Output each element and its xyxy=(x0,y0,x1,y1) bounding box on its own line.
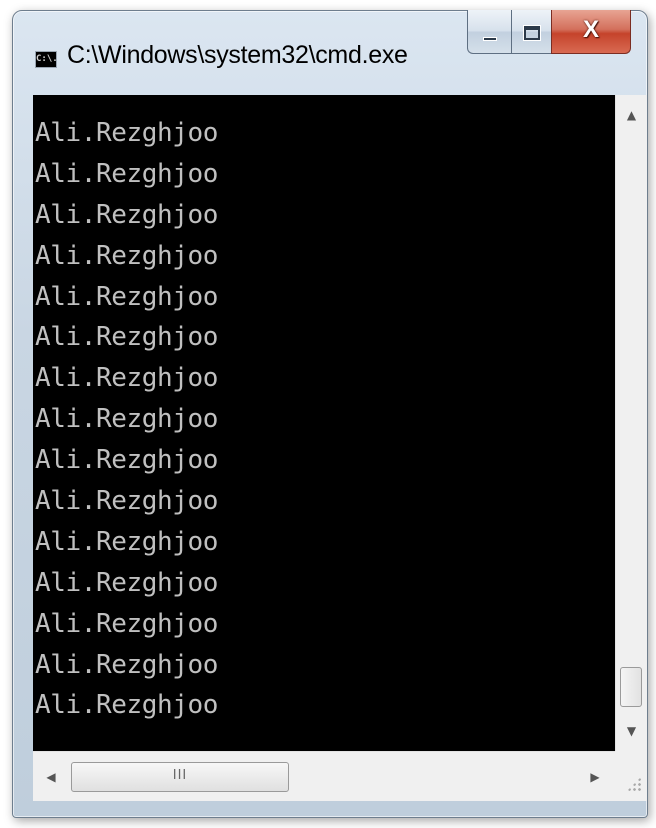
window-title: C:\Windows\system32\cmd.exe xyxy=(67,41,408,69)
vertical-scroll-thumb[interactable] xyxy=(620,667,642,707)
close-icon: X xyxy=(582,16,599,43)
cmd-window: C:\. C:\Windows\system32\cmd.exe X Ali.R… xyxy=(12,10,648,818)
cmd-app-icon[interactable]: C:\. xyxy=(35,51,58,68)
console-line: Ali.Rezghjoo xyxy=(35,649,219,680)
minimize-button[interactable] xyxy=(467,10,511,54)
horizontal-scrollbar[interactable]: ◀ III ▶ xyxy=(33,751,615,801)
console-client-area: Ali.Rezghjoo Ali.Rezghjoo Ali.Rezghjoo Ali.… xyxy=(33,95,647,801)
title-bar[interactable]: C:\. C:\Windows\system32\cmd.exe X xyxy=(13,10,647,91)
caption-buttons: X xyxy=(467,10,631,56)
console-line: Ali.Rezghjoo xyxy=(35,199,219,230)
horizontal-scroll-thumb[interactable]: III xyxy=(71,762,289,792)
scroll-right-arrow-icon[interactable]: ▶ xyxy=(579,752,611,802)
console-line: Ali.Rezghjoo xyxy=(35,240,219,271)
console-line: Ali.Rezghjoo xyxy=(35,118,219,148)
scroll-left-arrow-icon[interactable]: ◀ xyxy=(35,752,67,802)
resize-grip-icon xyxy=(627,777,641,791)
maximize-icon xyxy=(524,26,540,40)
console-line: Ali.Rezghjoo xyxy=(35,486,219,517)
console-line: Ali.Rezghjoo xyxy=(35,363,219,394)
console-output[interactable]: Ali.Rezghjoo Ali.Rezghjoo Ali.Rezghjoo Ali.… xyxy=(33,95,615,751)
scroll-up-arrow-icon[interactable]: ▲ xyxy=(616,99,647,131)
console-line: Ali.Rezghjoo xyxy=(35,281,219,312)
vertical-scrollbar[interactable]: ▲ ▼ xyxy=(615,95,647,751)
console-line: Ali.Rezghjoo xyxy=(35,567,219,598)
console-lines: Ali.Rezghjoo Ali.Rezghjoo Ali.Rezghjoo Ali.… xyxy=(33,95,615,726)
console-line: Ali.Rezghjoo xyxy=(35,158,219,189)
console-line: Ali.Rezghjoo xyxy=(35,608,219,639)
maximize-button[interactable] xyxy=(511,10,551,54)
resize-grip[interactable] xyxy=(615,751,647,801)
scroll-down-arrow-icon[interactable]: ▼ xyxy=(616,715,647,747)
minimize-icon xyxy=(483,37,497,41)
console-line: Ali.Rezghjoo xyxy=(35,404,219,435)
console-line: Ali.Rezghjoo xyxy=(35,445,219,476)
console-line: Ali.Rezghjoo xyxy=(35,526,219,557)
close-button[interactable]: X xyxy=(551,10,631,54)
console-line: Ali.Rezghjoo xyxy=(35,322,219,353)
console-line: Ali.Rezghjoo xyxy=(35,690,219,721)
